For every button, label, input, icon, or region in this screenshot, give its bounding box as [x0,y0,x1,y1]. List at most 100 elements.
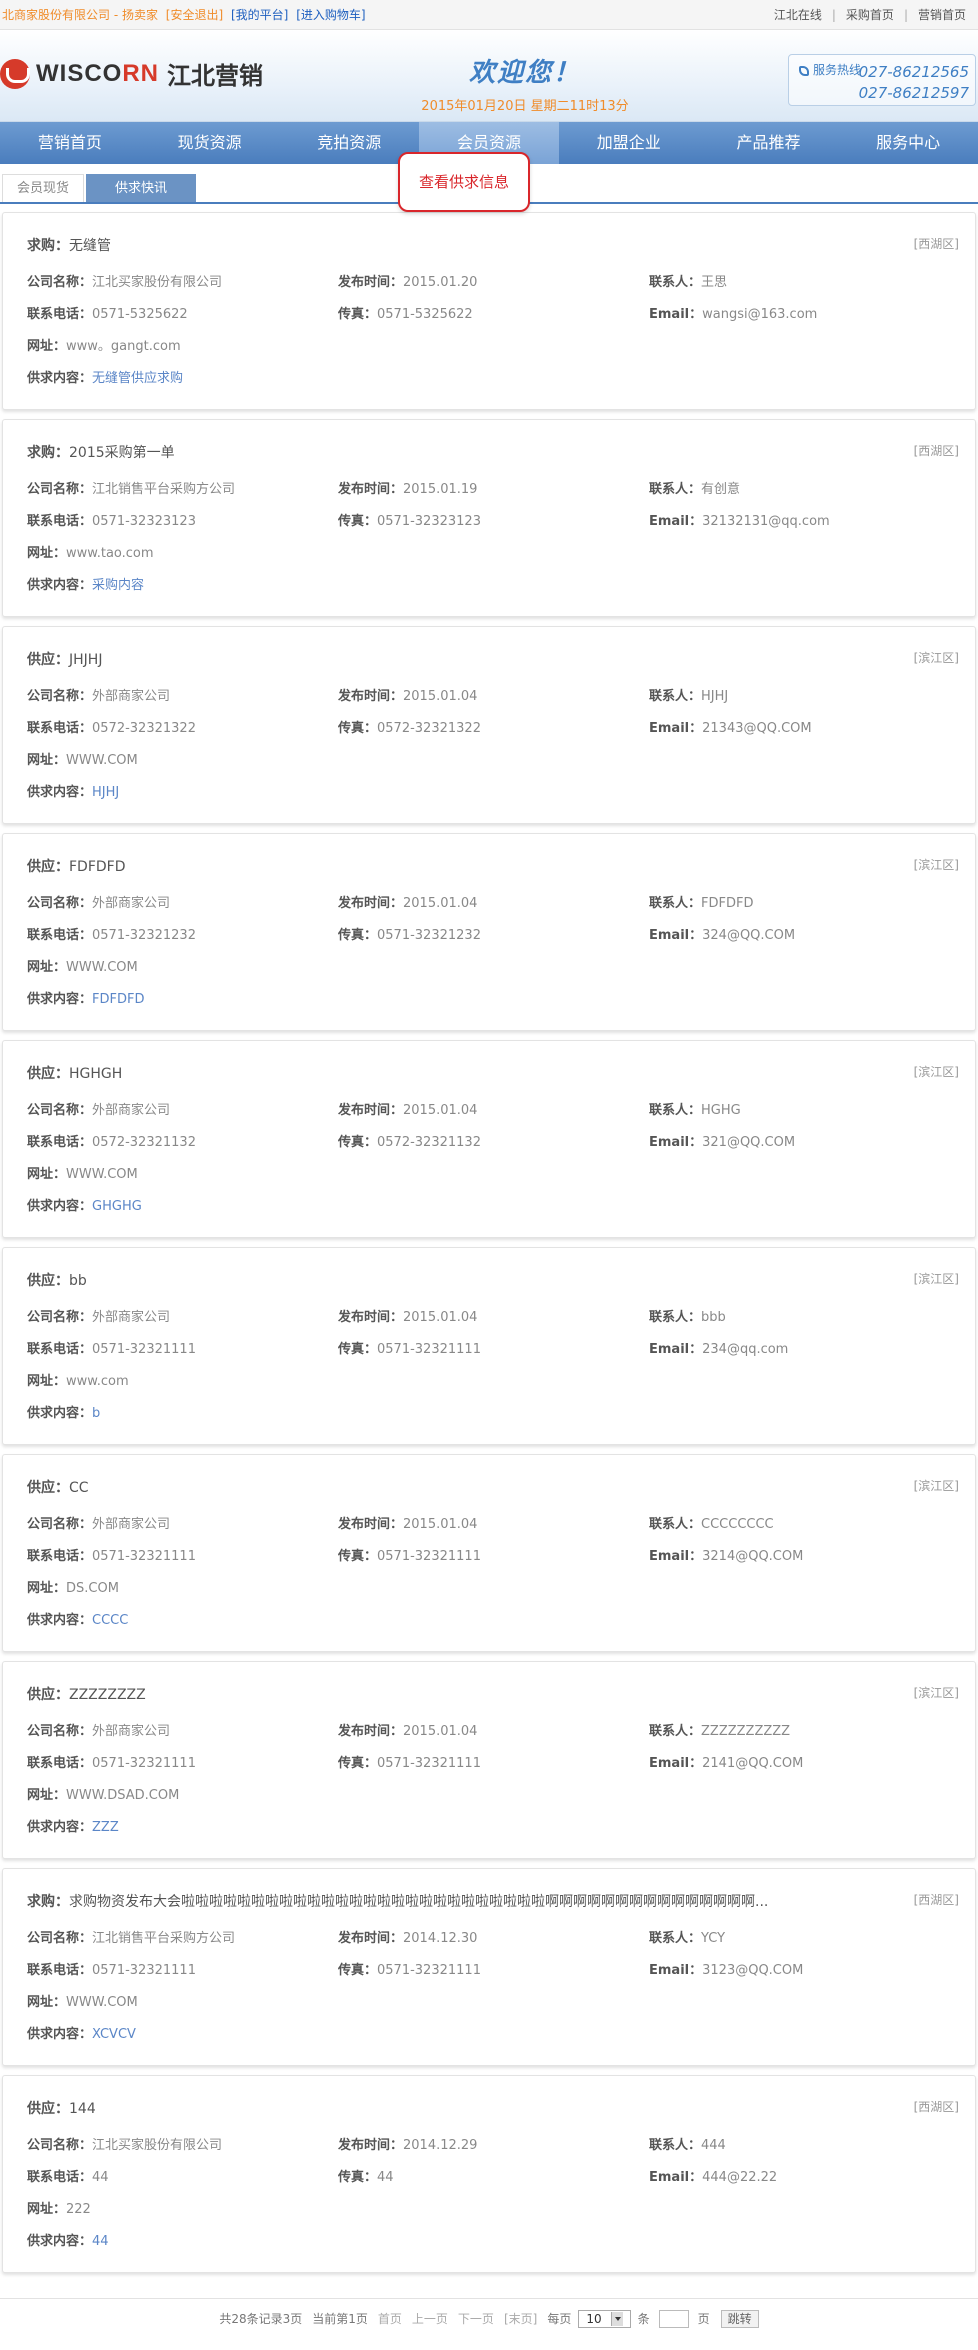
info-card[interactable]: 求购：求购物资发布大会啦啦啦啦啦啦啦啦啦啦啦啦啦啦啦啦啦啦啦啦啦啦啦啦啦啦啊啊啊… [2,1868,976,2066]
pager-first[interactable]: 首页 [378,2310,402,2327]
email-field: Email：3214@QQ.COM [649,1549,804,1564]
cart-link[interactable]: [进入购物车] [296,8,365,22]
pager-total: 共28条记录3页 [219,2312,303,2326]
phone-field: 联系电话：0572-32321322 [27,721,196,736]
per-page-select[interactable]: 10 [578,2309,631,2328]
content-field: 供求内容：GHGHG [27,1199,142,1214]
site-field: 网址：WWW.COM [27,1995,138,2010]
card-row: 网址：WWW.COM [27,956,965,975]
info-card[interactable]: 供应：144 [西湖区] 公司名称：江北买家股份有限公司 发布时间：2014.12.2… [2,2075,976,2273]
content-link[interactable]: ZZZ [92,1820,119,1835]
pager-prev[interactable]: 上一页 [412,2310,448,2327]
nav-spot-resources[interactable]: 现货资源 [140,122,280,164]
publish-field: 发布时间：2015.01.04 [338,1310,478,1325]
info-card[interactable]: 供应：bb [滨江区] 公司名称：外部商家公司 发布时间：2015.01.04 联系人：… [2,1247,976,1445]
content-link[interactable]: GHGHG [92,1199,142,1214]
card-title[interactable]: 供应：bb [27,1270,87,1290]
site-field: 网址：WWW.COM [27,960,138,975]
company-field: 公司名称：江北销售平台采购方公司 [27,482,236,497]
email-field: Email：3123@QQ.COM [649,1963,804,1978]
card-row: 公司名称：外部商家公司 发布时间：2015.01.04 联系人：ZZZZZZZZZZ [27,1720,965,1739]
card-title[interactable]: 供应：144 [27,2098,96,2118]
card-row: 网址：www。gangt.com [27,335,965,354]
top-bar-right: 江北在线 | 采购首页 | 营销首页 [764,6,976,23]
card-row: 联系电话：0571-32323123 传真：0571-32323123 Email：… [27,510,965,529]
phone-field: 联系电话：0572-32321132 [27,1135,196,1150]
page-number-input[interactable] [658,2309,689,2328]
pager-last[interactable]: [末页] [504,2310,537,2327]
card-row: 供求内容：CCCC [27,1609,965,1628]
phone-icon [799,65,809,76]
email-field: Email：32132131@qq.com [649,514,830,529]
card-row: 联系电话：0571-32321232 传真：0571-32321232 Email：… [27,924,965,943]
nav-marketing-home[interactable]: 营销首页 [0,122,140,164]
card-title[interactable]: 供应：ZZZZZZZZ [27,1684,146,1704]
card-row: 供求内容：无缝管供应求购 [27,367,965,386]
info-card[interactable]: 供应：CC [滨江区] 公司名称：外部商家公司 发布时间：2015.01.04 联系人：… [2,1454,976,1652]
info-card[interactable]: 供应：HGHGH [滨江区] 公司名称：外部商家公司 发布时间：2015.01.04 联… [2,1040,976,1238]
company-field: 公司名称：外部商家公司 [27,896,171,911]
fax-field: 传真：44 [338,2170,394,2185]
contact-field: 联系人：有创意 [649,482,741,497]
nav-product-recommend[interactable]: 产品推荐 [699,122,839,164]
email-field: Email：2141@QQ.COM [649,1756,804,1771]
email-field: Email：321@QQ.COM [649,1135,796,1150]
info-card[interactable]: 供应：JHJHJ [滨江区] 公司名称：外部商家公司 发布时间：2015.01.04 联… [2,626,976,824]
info-card[interactable]: 求购：无缝管 [西湖区] 公司名称：江北买家股份有限公司 发布时间：2015.01.2… [2,212,976,410]
contact-field: 联系人：bbb [649,1310,726,1325]
card-title[interactable]: 供应：FDFDFD [27,856,126,876]
card-region: [滨江区] [913,1686,959,1700]
welcome-text: 欢迎您！ [468,58,581,88]
company-field: 公司名称：外部商家公司 [27,1103,171,1118]
tab-member-spot[interactable]: 会员现货 [2,174,85,202]
top-link-marketing-home[interactable]: 营销首页 [908,6,976,23]
card-title[interactable]: 供应：CC [27,1477,89,1497]
logout-link[interactable]: [安全退出] [166,8,223,22]
company-field: 公司名称：外部商家公司 [27,1310,171,1325]
go-button[interactable]: 跳转 [720,2309,759,2328]
fax-field: 传真：0571-32321111 [338,1756,481,1771]
content-link[interactable]: XCVCV [92,2027,136,2042]
card-row: 网址：www.tao.com [27,542,965,561]
per-page-unit: 条 [637,2312,650,2326]
content-link[interactable]: CCCC [92,1613,128,1628]
content-link[interactable]: 无缝管供应求购 [92,371,183,386]
my-platform-link[interactable]: [我的平台] [231,8,288,22]
content-link[interactable]: 采购内容 [92,578,144,593]
site-field: 网址：WWW.DSAD.COM [27,1788,180,1803]
card-row: 联系电话：44 传真：44 Email：444@22.22 [27,2166,965,2185]
card-title[interactable]: 求购：求购物资发布大会啦啦啦啦啦啦啦啦啦啦啦啦啦啦啦啦啦啦啦啦啦啦啦啦啦啦啊啊啊… [27,1891,768,1911]
top-link-purchase-home[interactable]: 采购首页 [836,6,904,23]
nav-service-center[interactable]: 服务中心 [838,122,978,164]
publish-field: 发布时间：2015.01.20 [338,275,478,290]
info-card[interactable]: 供应：ZZZZZZZZ [滨江区] 公司名称：外部商家公司 发布时间：2015.01.… [2,1661,976,1859]
card-title[interactable]: 供应：HGHGH [27,1063,122,1083]
content-link[interactable]: 44 [92,2234,109,2249]
info-card[interactable]: 求购：2015采购第一单 [西湖区] 公司名称：江北销售平台采购方公司 发布时间：20… [2,419,976,617]
site-field: 网址：DS.COM [27,1581,119,1596]
fax-field: 传真：0571-32321111 [338,1549,481,1564]
pager-next[interactable]: 下一页 [458,2310,494,2327]
card-row: 公司名称：外部商家公司 发布时间：2015.01.04 联系人：bbb [27,1306,965,1325]
content-link[interactable]: HJHJ [92,785,119,800]
tab-supply-demand-news[interactable]: 供求快讯 [86,174,197,202]
company-field: 公司名称：江北销售平台采购方公司 [27,1931,236,1946]
contact-field: 联系人：FDFDFD [649,896,754,911]
content-link[interactable]: FDFDFD [92,992,144,1007]
content-link[interactable]: b [92,1406,100,1421]
card-title[interactable]: 供应：JHJHJ [27,649,102,669]
logo[interactable]: WISCORN 江北营销 [0,56,263,91]
card-row: 网址：WWW.COM [27,749,965,768]
card-row: 网址：WWW.DSAD.COM [27,1784,965,1803]
content-field: 供求内容：b [27,1406,101,1421]
card-title[interactable]: 求购：2015采购第一单 [27,442,175,462]
top-link-online[interactable]: 江北在线 [764,6,832,23]
info-card[interactable]: 供应：FDFDFD [滨江区] 公司名称：外部商家公司 发布时间：2015.01.04… [2,833,976,1031]
card-row: 供求内容：HJHJ [27,781,965,800]
card-title[interactable]: 求购：无缝管 [27,235,111,255]
nav-member-companies[interactable]: 加盟企业 [559,122,699,164]
view-info-tooltip[interactable]: 查看供求信息 [398,152,530,212]
card-row: 联系电话：0571-32321111 传真：0571-32321111 Email：… [27,1752,965,1771]
logo-mark-icon [0,58,30,89]
phone-field: 联系电话：0571-32321111 [27,1549,196,1564]
